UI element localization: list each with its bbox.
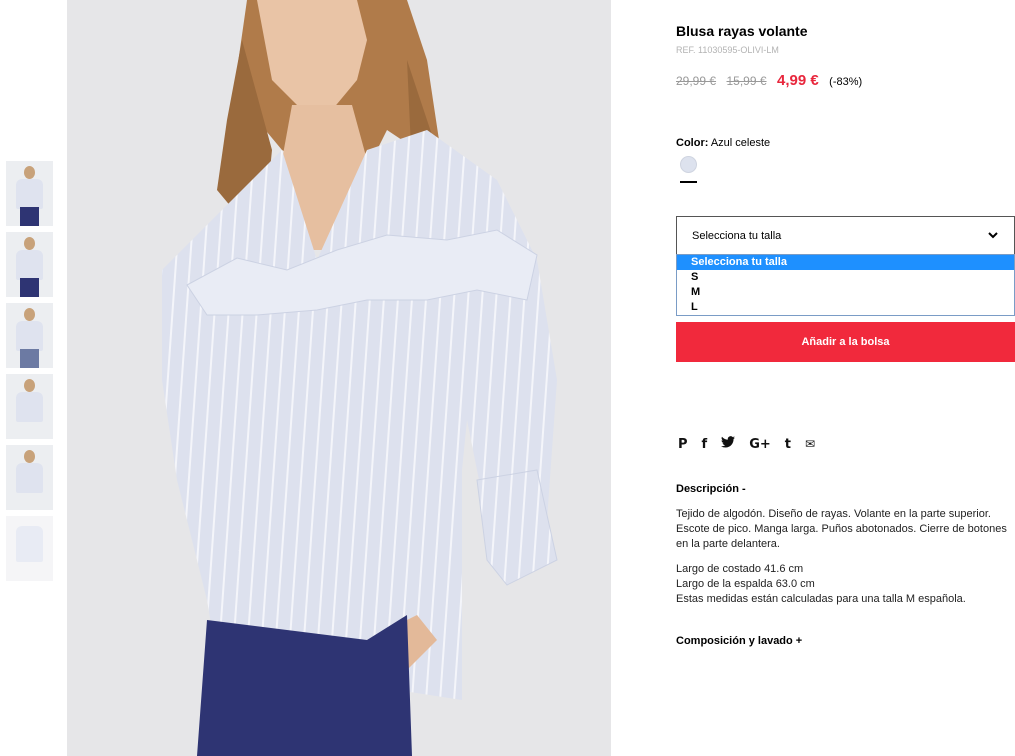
previous-price: 15,99 € bbox=[726, 74, 767, 88]
price-row: 29,99 € 15,99 € 4,99 € (-83%) bbox=[676, 72, 862, 90]
measure-back-length: Largo de la espalda 63.0 cm bbox=[676, 578, 815, 590]
original-price: 29,99 € bbox=[676, 74, 717, 88]
discount-badge: (-83%) bbox=[829, 76, 863, 88]
color-row: Color: Azul celeste bbox=[676, 137, 770, 149]
thumbnail-4[interactable] bbox=[6, 374, 53, 439]
thumbnail-5[interactable] bbox=[6, 445, 53, 510]
tumblr-icon[interactable]: t bbox=[785, 437, 791, 452]
size-option-m[interactable]: M bbox=[677, 285, 1014, 300]
size-option-s[interactable]: S bbox=[677, 270, 1014, 285]
email-icon[interactable]: ✉ bbox=[805, 437, 815, 451]
size-option-l[interactable]: L bbox=[677, 300, 1014, 315]
product-ref: REF. 11030595-OLIVI-LM bbox=[676, 45, 779, 55]
description-measurements: Largo de costado 41.6 cm Largo de la esp… bbox=[676, 562, 1015, 607]
thumbnail-2[interactable] bbox=[6, 232, 53, 297]
composition-heading[interactable]: Composición y lavado + bbox=[676, 635, 802, 647]
description-heading[interactable]: Descripción - bbox=[676, 483, 746, 495]
swatch-selected-indicator bbox=[680, 181, 697, 183]
measure-side-length: Largo de costado 41.6 cm bbox=[676, 563, 804, 575]
size-select-value: Selecciona tu talla bbox=[692, 230, 782, 242]
description-text: Tejido de algodón. Diseño de rayas. Vola… bbox=[676, 508, 1007, 550]
chevron-down-icon bbox=[988, 232, 998, 239]
social-share-bar: P f G+ t ✉ bbox=[678, 436, 829, 452]
pinterest-icon[interactable]: P bbox=[678, 437, 688, 452]
size-select[interactable]: Selecciona tu talla bbox=[676, 216, 1015, 255]
measure-note: Estas medidas están calculadas para una … bbox=[676, 593, 966, 605]
thumbnail-gallery bbox=[6, 161, 53, 587]
sale-price: 4,99 € bbox=[777, 72, 819, 89]
main-product-image[interactable] bbox=[67, 0, 611, 756]
color-value: Azul celeste bbox=[710, 137, 771, 149]
googleplus-icon[interactable]: G+ bbox=[749, 437, 771, 452]
product-page: Blusa rayas volante REF. 11030595-OLIVI-… bbox=[0, 0, 1015, 756]
thumbnail-1[interactable] bbox=[6, 161, 53, 226]
add-to-bag-button[interactable]: Añadir a la bolsa bbox=[676, 322, 1015, 362]
size-dropdown-list: Selecciona tu talla S M L bbox=[676, 254, 1015, 316]
product-photo bbox=[67, 0, 611, 756]
size-option-placeholder[interactable]: Selecciona tu talla bbox=[677, 255, 1014, 270]
facebook-icon[interactable]: f bbox=[702, 437, 708, 452]
thumbnail-3[interactable] bbox=[6, 303, 53, 368]
twitter-icon[interactable] bbox=[721, 436, 736, 452]
thumbnail-6[interactable] bbox=[6, 516, 53, 581]
product-title: Blusa rayas volante bbox=[676, 23, 808, 39]
color-swatch[interactable] bbox=[680, 156, 697, 173]
color-label: Color: bbox=[676, 137, 709, 149]
